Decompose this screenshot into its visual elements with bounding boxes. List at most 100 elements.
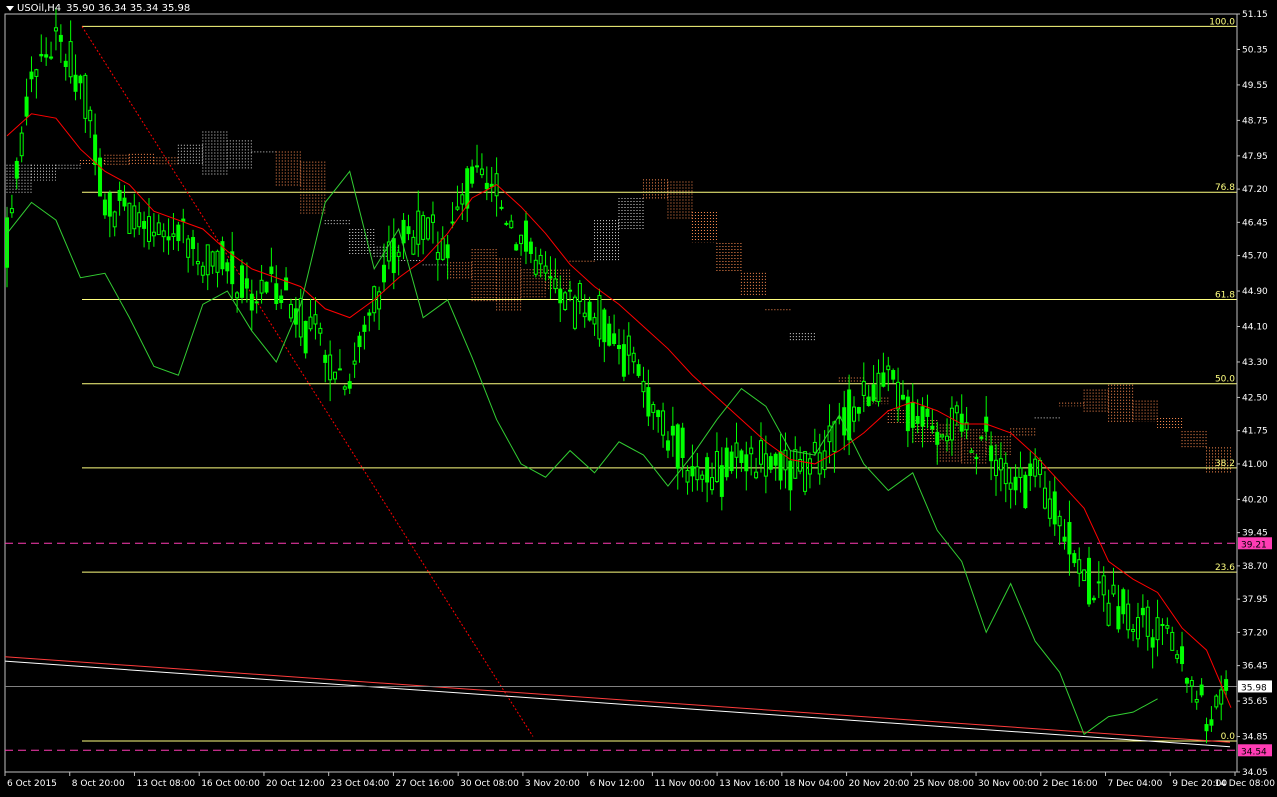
candle-body [719, 465, 724, 497]
candle-body [156, 222, 161, 236]
price-axis-label: 37.20 [1242, 628, 1268, 638]
candle-body [930, 425, 935, 430]
candle-body [827, 425, 832, 443]
tenkan-sen-line[interactable] [6, 113, 1232, 708]
time-axis-label: 8 Oct 20:00 [72, 779, 125, 789]
candle-body [612, 333, 617, 345]
candle-body [284, 277, 289, 291]
candle-body [1214, 695, 1219, 708]
candle-body [1087, 557, 1092, 605]
fib-level-label: 61.8 [1215, 290, 1235, 300]
candle-body [122, 197, 127, 207]
candle-body [455, 206, 460, 210]
candle-body [1077, 559, 1082, 574]
candle-body [758, 440, 763, 465]
candle-body [479, 168, 484, 176]
candle-body [426, 217, 431, 240]
candle-body [1170, 631, 1175, 651]
candle-body [1150, 637, 1155, 648]
candle-body [362, 324, 367, 332]
price-axis-label: 39.45 [1242, 529, 1268, 539]
time-axis-label: 7 Dec 04:00 [1108, 779, 1163, 789]
symbol-label: USOil,H4 [17, 3, 62, 14]
price-axis-label: 42.50 [1242, 393, 1268, 403]
candle-body [460, 194, 465, 205]
time-axis-label: 27 Oct 16:00 [395, 779, 454, 789]
candle-body [1018, 467, 1023, 478]
candle-body [98, 157, 103, 197]
candle-body [230, 251, 235, 285]
candle-body [665, 440, 670, 451]
candle-body [39, 53, 44, 57]
candle-body [935, 431, 940, 445]
price-axis-label: 51.15 [1242, 10, 1268, 20]
candle-body [44, 54, 49, 58]
candle-body [435, 252, 440, 260]
candle-body [558, 288, 563, 304]
candle-body [626, 335, 631, 356]
candle-body [910, 402, 915, 428]
candle-body [714, 451, 719, 483]
candle-body [88, 109, 93, 122]
candle-body [1155, 617, 1160, 641]
candle-body [1106, 602, 1111, 626]
candle-body [900, 394, 905, 400]
candle-body [1062, 536, 1067, 542]
price-tag-label: 34.54 [1241, 747, 1267, 757]
candle-body [685, 470, 690, 483]
candle-body [587, 301, 592, 321]
candle-body [191, 237, 196, 250]
candle-body [646, 387, 651, 417]
candle-body [367, 312, 372, 316]
chart-canvas[interactable]: 100.0 76.8 61.8 50.0 38.2 23.6 0.0 51.15 50.35 49… [0, 0, 1277, 797]
candle-body [1224, 679, 1229, 691]
candle-body [661, 410, 666, 436]
candle-body [1121, 589, 1126, 615]
support-trendline-red[interactable] [4, 656, 1231, 743]
candle-body [881, 372, 886, 387]
candle-body [1135, 617, 1140, 640]
time-axis-label: 30 Nov 00:00 [978, 779, 1039, 789]
candle-body [445, 244, 450, 259]
candle-body [504, 222, 509, 225]
time-axis-label: 25 Nov 08:00 [913, 779, 974, 789]
candle-body [1219, 689, 1224, 705]
candle-body [151, 231, 156, 237]
price-axis-label: 49.55 [1242, 81, 1268, 91]
candle-body [891, 370, 896, 380]
candle-body [161, 230, 166, 238]
candle-body [803, 451, 808, 492]
candle-body [866, 396, 871, 407]
candle-body [58, 34, 63, 42]
fib-trendline[interactable] [81, 26, 534, 737]
candle-body [347, 381, 352, 389]
candle-body [773, 453, 778, 466]
candle-body [117, 189, 122, 201]
candle-body [63, 60, 68, 67]
price-axis-label: 41.00 [1242, 460, 1268, 470]
candle-body [998, 458, 1003, 471]
candle-body [651, 404, 656, 413]
candle-body [842, 407, 847, 436]
price-tag-label: 39.21 [1241, 540, 1267, 550]
candle-body [430, 214, 435, 223]
support-trendline-white[interactable] [4, 660, 1231, 748]
time-axis-label: 3 Nov 20:00 [525, 779, 580, 789]
candle-body [68, 41, 73, 78]
candle-body [406, 226, 411, 235]
candle-body [421, 215, 426, 240]
candle-body [710, 477, 715, 491]
dropdown-arrow-icon[interactable] [6, 5, 14, 11]
candle-body [205, 244, 210, 276]
candle-body [259, 279, 264, 294]
candle-body [1008, 482, 1013, 490]
chikou-span-line[interactable] [6, 170, 1158, 736]
candle-body [734, 442, 739, 458]
candle-body [832, 421, 837, 452]
candle-body [690, 466, 695, 477]
candle-body [1082, 569, 1087, 582]
candle-body [102, 199, 107, 216]
candle-body [1042, 487, 1047, 509]
fib-level-label: 38.2 [1215, 459, 1235, 469]
candle-body [763, 453, 768, 477]
